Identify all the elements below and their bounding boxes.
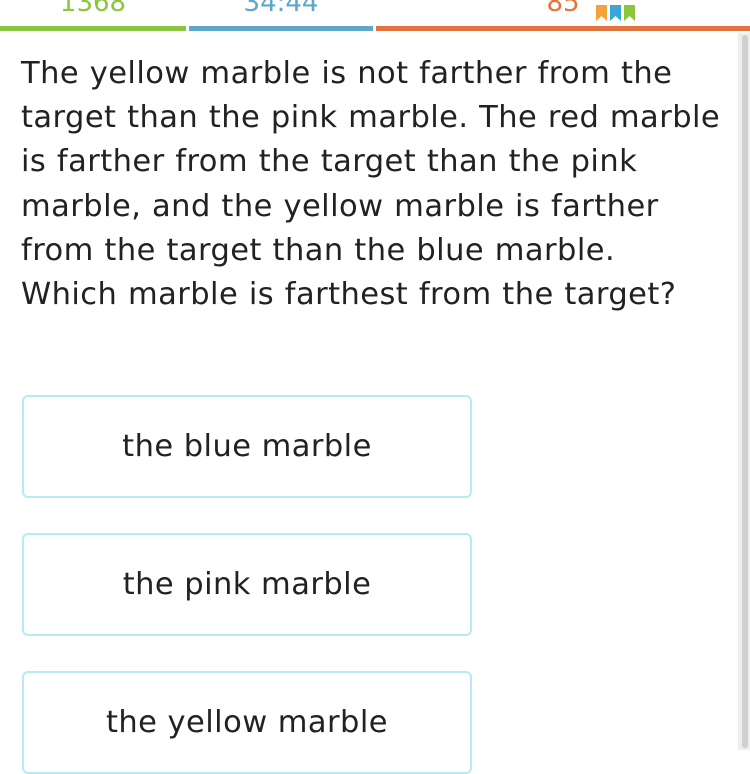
questions-answered-bar — [0, 26, 186, 31]
questions-answered-stat: 1368 — [0, 0, 186, 31]
stats-bar: 1368 34:44 85 — [0, 0, 750, 31]
question-text: The yellow marble is not farther from th… — [21, 56, 721, 313]
smart-score-stat: 85 — [376, 0, 750, 31]
answer-option-pink-marble[interactable]: the pink marble — [22, 533, 472, 636]
time-elapsed-bar — [189, 26, 373, 31]
questions-answered-value: 1368 — [59, 0, 127, 18]
time-elapsed-stat: 34:44 — [189, 0, 373, 31]
smart-score-bar — [376, 26, 750, 31]
answer-option-label: the blue marble — [122, 429, 372, 464]
scrollbar-thumb[interactable] — [742, 35, 748, 748]
answer-option-label: the pink marble — [122, 567, 372, 602]
answer-option-label: the yellow marble — [105, 705, 388, 740]
time-elapsed-value: 34:44 — [243, 0, 319, 18]
smart-score-value: 85 — [546, 0, 580, 18]
ribbon-awards-icon — [596, 0, 640, 21]
scrollbar[interactable] — [738, 33, 750, 750]
answer-option-yellow-marble[interactable]: the yellow marble — [22, 671, 472, 774]
answer-option-blue-marble[interactable]: the blue marble — [22, 395, 472, 498]
